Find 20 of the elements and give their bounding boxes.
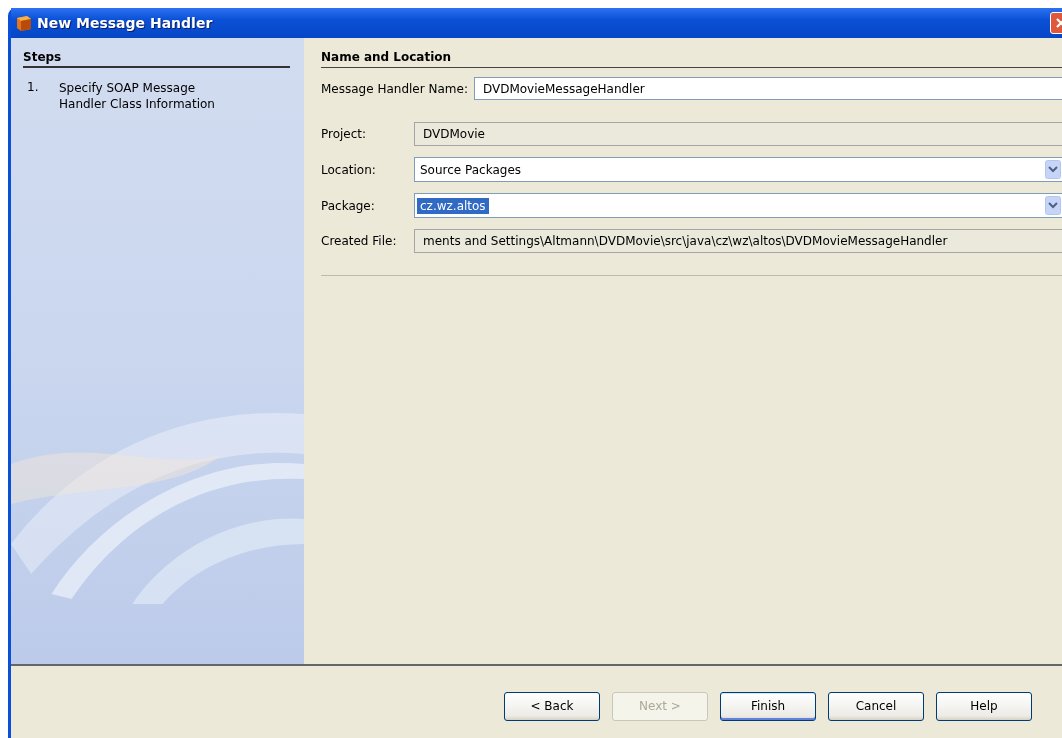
name-field[interactable]: DVDMovieMessageHandler <box>473 77 1062 100</box>
readonly-field: ments and Settings\Altmann\DVDMovie\src\java\cz\wz\altos\DVDMovieMessageHandler <box>414 229 1062 253</box>
box-icon <box>15 14 33 32</box>
window-title: New Message Handler <box>37 15 213 31</box>
field-label: Location: <box>321 162 377 177</box>
steps-heading: Steps <box>23 50 290 68</box>
field-label: Project: <box>321 127 368 141</box>
combo-box[interactable]: Source Packages <box>414 157 1062 182</box>
step-label: Specify SOAP Message Handler Class Information <box>59 80 216 112</box>
section-heading: Name and Location <box>321 50 1062 68</box>
combo-box[interactable]: cz.wz.altos <box>414 193 1062 218</box>
readonly-field: DVDMovie <box>414 122 1062 146</box>
dialog-button[interactable]: Finish <box>720 691 816 721</box>
field-label: Package: <box>321 198 376 213</box>
field-label: Created File: <box>321 234 398 248</box>
step-number: 1. <box>26 80 40 96</box>
dialog-button[interactable]: < Back <box>504 691 600 721</box>
dialog-button[interactable]: Help <box>936 691 1032 721</box>
dialog-button[interactable]: Cancel <box>828 691 924 721</box>
field-label: Message Handler Name: <box>321 81 468 96</box>
